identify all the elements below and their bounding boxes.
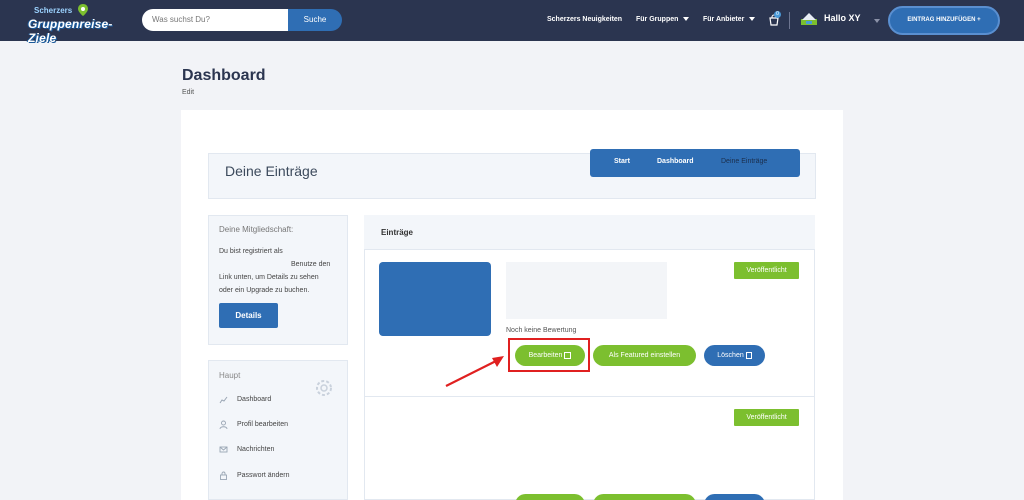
breadcrumb-current: Deine Einträge: [721, 158, 768, 165]
logo-tagline: Scherzers: [34, 6, 73, 15]
cart-count-badge: 0: [774, 11, 781, 18]
membership-text-line: Link unten, um Details zu sehen: [219, 274, 319, 281]
gear-icon: [316, 380, 332, 396]
entry-thumbnail[interactable]: [379, 262, 491, 336]
sidebar-item-label: Profil bearbeiten: [237, 421, 288, 428]
breadcrumb-dashboard[interactable]: Dashboard: [657, 158, 694, 165]
user-icon: [219, 420, 228, 429]
status-badge: Veröffentlicht: [734, 409, 799, 426]
details-button[interactable]: Details: [219, 303, 278, 328]
sidebar-item-messages[interactable]: Nachrichten: [219, 445, 274, 454]
chart-icon: [219, 396, 228, 404]
delete-entry-button[interactable]: Löschen: [704, 345, 765, 366]
header-divider: [789, 12, 790, 29]
entry-rating-text: Noch keine Bewertung: [506, 327, 577, 334]
entry-divider: [364, 396, 815, 397]
status-badge: Veröffentlicht: [734, 262, 799, 279]
entries-panel-title: Einträge: [381, 228, 414, 237]
feature-entry-button[interactable]: Als Featured einstellen: [593, 345, 696, 366]
search-button[interactable]: Suche: [288, 9, 342, 31]
nav-news-label: Scherzers Neuigkeiten: [547, 16, 623, 23]
mail-icon: [219, 446, 228, 453]
avatar[interactable]: [800, 10, 818, 28]
entry-description: [506, 262, 667, 319]
lock-icon: [220, 471, 227, 480]
sidebar-item-dashboard[interactable]: Dashboard: [219, 395, 271, 404]
sidebar-item-profile[interactable]: Profil bearbeiten: [219, 420, 288, 429]
chevron-down-icon: [683, 17, 690, 22]
nav-groups-dropdown[interactable]: Für Gruppen: [636, 16, 690, 23]
trash-icon: [745, 351, 752, 359]
sidebar-item-label: Passwort ändern: [237, 472, 290, 479]
sidebar-item-password[interactable]: Passwort ändern: [219, 471, 290, 480]
search-input[interactable]: Was suchst Du?: [142, 9, 290, 31]
logo-wordmark: Gruppenreise-Ziele: [28, 17, 113, 45]
delete-entry-label: Löschen: [717, 352, 744, 359]
nav-groups-label: Für Gruppen: [636, 16, 679, 23]
highlight-annotation-box: [508, 338, 590, 372]
sidebar-menu-title: Haupt: [219, 371, 241, 380]
membership-text-line: Du bist registriert als: [219, 248, 283, 255]
feature-entry-button[interactable]: [593, 494, 696, 500]
page-subtitle: Edit: [182, 89, 195, 96]
page-title: Dashboard: [182, 67, 266, 84]
nav-news-link[interactable]: Scherzers Neuigkeiten: [547, 16, 622, 23]
chevron-down-icon: [749, 17, 756, 22]
nav-providers-dropdown[interactable]: Für Anbieter: [703, 16, 756, 23]
add-entry-button[interactable]: EINTRAG HINZUFÜGEN +: [888, 6, 1000, 35]
map-pin-icon: [78, 4, 88, 16]
membership-text-line: Benutze den: [291, 261, 331, 268]
entries-panel-header: [364, 215, 815, 250]
breadcrumb-start[interactable]: Start: [614, 158, 630, 165]
chevron-down-icon[interactable]: [874, 19, 880, 23]
membership-text-line: oder ein Upgrade zu buchen.: [219, 287, 310, 294]
site-logo[interactable]: Scherzers Gruppenreise-Ziele: [28, 4, 128, 45]
sidebar-item-label: Nachrichten: [237, 446, 275, 453]
user-greeting[interactable]: Hallo XY: [824, 13, 861, 23]
edit-entry-button[interactable]: [515, 494, 585, 500]
sidebar-item-label: Dashboard: [237, 396, 272, 403]
membership-title: Deine Mitgliedschaft:: [219, 225, 294, 234]
delete-entry-button[interactable]: [704, 494, 765, 500]
entries-header-title: Deine Einträge: [225, 163, 318, 179]
annotation-arrow-icon: [445, 356, 504, 387]
nav-providers-label: Für Anbieter: [703, 16, 745, 23]
